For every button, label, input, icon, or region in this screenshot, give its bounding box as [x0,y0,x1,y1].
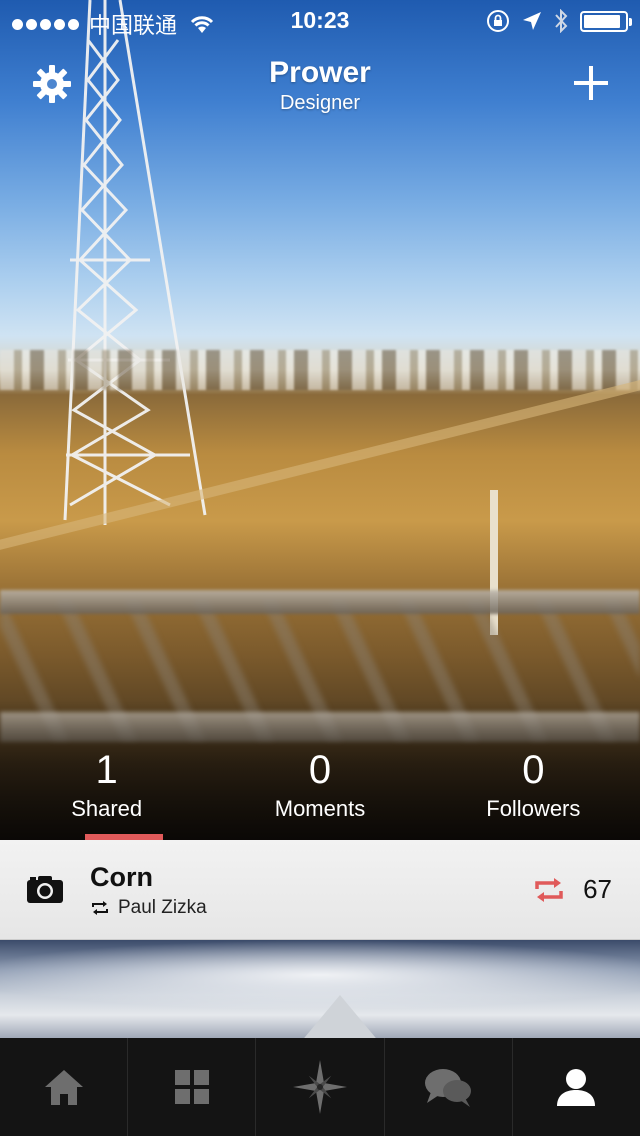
profile-cover-image [0,0,640,840]
location-arrow-icon [523,12,541,30]
chat-bubbles-icon [425,1069,472,1107]
profile-role: Designer [279,92,361,114]
status-right [486,9,632,33]
bluetooth-icon [555,9,568,33]
post-preview-image[interactable] [0,940,640,1040]
blurred-railing [0,590,640,614]
user-icon [557,1069,596,1106]
profile-stats: 1 Shared 0 Moments 0 Followers [0,742,640,840]
tab-messages[interactable] [385,1038,513,1136]
tab-bar [0,1038,640,1136]
tab-home[interactable] [0,1038,129,1136]
stat-moments-value: 0 [308,748,332,792]
stat-shared-value: 1 [95,748,118,792]
camera-icon [27,876,63,903]
stat-shared[interactable]: 1 Shared [0,742,213,840]
rotation-lock-icon [487,10,509,32]
stat-shared-label: Shared [71,796,143,821]
post-list-item[interactable]: Corn Paul Zizka 67 [0,840,640,940]
battery-icon [580,10,632,32]
stat-moments-label: Moments [274,796,366,821]
stat-moments[interactable]: 0 Moments [213,742,426,840]
post-attribution: Paul Zizka [90,897,207,919]
grid-icon [174,1070,209,1104]
tab-grid[interactable] [128,1038,257,1136]
profile-header: Prower Designer [0,52,640,122]
status-bar: 中国联通 10:23 [0,0,640,40]
village-strip [0,350,640,390]
tab-explore[interactable] [256,1038,385,1136]
plus-icon [574,66,608,100]
repost-counter[interactable]: 67 [533,874,612,905]
home-icon [44,1070,83,1105]
stat-followers-label: Followers [486,796,581,821]
profile-name: Prower [269,56,371,89]
preview-mountain-peak [290,995,390,1040]
compass-star-icon [293,1060,347,1114]
add-button[interactable] [572,64,610,102]
post-author[interactable]: Paul Zizka [118,897,207,919]
tab-profile[interactable] [513,1038,640,1136]
repost-count: 67 [583,874,612,904]
stat-followers[interactable]: 0 Followers [427,742,640,840]
repost-icon [92,901,108,915]
stat-followers-value: 0 [522,748,545,792]
post-title: Corn [90,862,153,892]
repost-icon [535,877,563,902]
